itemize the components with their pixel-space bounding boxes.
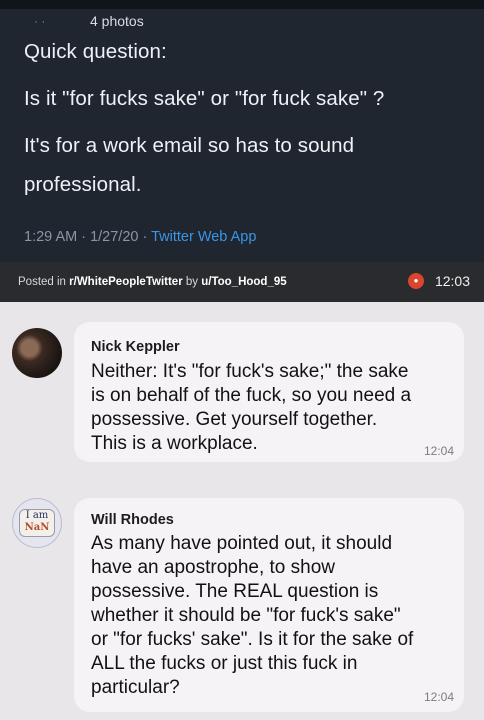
more-dots-icon: · · [34, 14, 46, 28]
comment-line: possessive. Get yourself together. [91, 409, 378, 430]
avatar[interactable]: I am NaN [12, 498, 62, 548]
comment-line: This is a workplace. [91, 433, 258, 454]
posted-in-text: Posted in r/WhitePeopleTwitter by u/Too_… [18, 276, 287, 288]
tweet-timestamp: 1:29 AM · 1/27/20 · [24, 229, 152, 245]
tweet-screenshot: · · 4 photos Quick question: Is it "for … [0, 0, 484, 262]
comment-line: have an apostrophe, to show [91, 557, 336, 578]
reddit-post-bar: Posted in r/WhitePeopleTwitter by u/Too_… [0, 262, 484, 302]
comment-line: Neither: It's "for fuck's sake;" the sak… [91, 361, 409, 382]
avatar-badge: I am NaN [19, 509, 55, 537]
commenter-name[interactable]: Will Rhodes [91, 512, 174, 528]
comment-line: or "for fucks' sake". Is it for the sake… [91, 629, 414, 650]
comment-line: whether it should be "for fuck's sake" [91, 605, 401, 626]
tweet-line-4: professional. [24, 173, 142, 196]
comment-time: 12:04 [423, 444, 454, 458]
comment-line: possessive. The REAL question is [91, 581, 379, 602]
posted-prefix: Posted in [18, 276, 70, 288]
subreddit-link[interactable]: r/WhitePeopleTwitter [69, 276, 183, 288]
tweet-line-2: Is it "for fucks sake" or "for fuck sake… [24, 87, 385, 110]
comment-line: is on behalf of the fuck, so you need a [91, 385, 412, 406]
avatar-badge-line: I am [25, 510, 49, 521]
avatar[interactable] [12, 328, 62, 378]
photos-count: 4 photos [90, 13, 144, 29]
status-strip [0, 0, 484, 9]
user-link[interactable]: u/Too_Hood_95 [201, 276, 286, 288]
comment-line: particular? [91, 677, 180, 698]
reddit-icon: ● [408, 273, 424, 289]
comment-line: As many have pointed out, it should [91, 533, 393, 554]
tweet-meta: 1:29 AM · 1/27/20 · Twitter Web App [24, 229, 256, 245]
posted-by: by [182, 276, 202, 288]
tweet-line-1: Quick question: [24, 40, 167, 63]
tweet-app-link[interactable]: Twitter Web App [151, 229, 256, 245]
reddit-time: 12:03 [434, 273, 470, 289]
avatar-badge-line: NaN [24, 522, 50, 533]
tweet-line-3: It's for a work email so has to sound [24, 134, 355, 157]
commenter-name[interactable]: Nick Keppler [91, 339, 180, 355]
comment-time: 12:04 [423, 690, 454, 704]
comment-line: ALL the fucks or just this fuck in [91, 653, 358, 674]
